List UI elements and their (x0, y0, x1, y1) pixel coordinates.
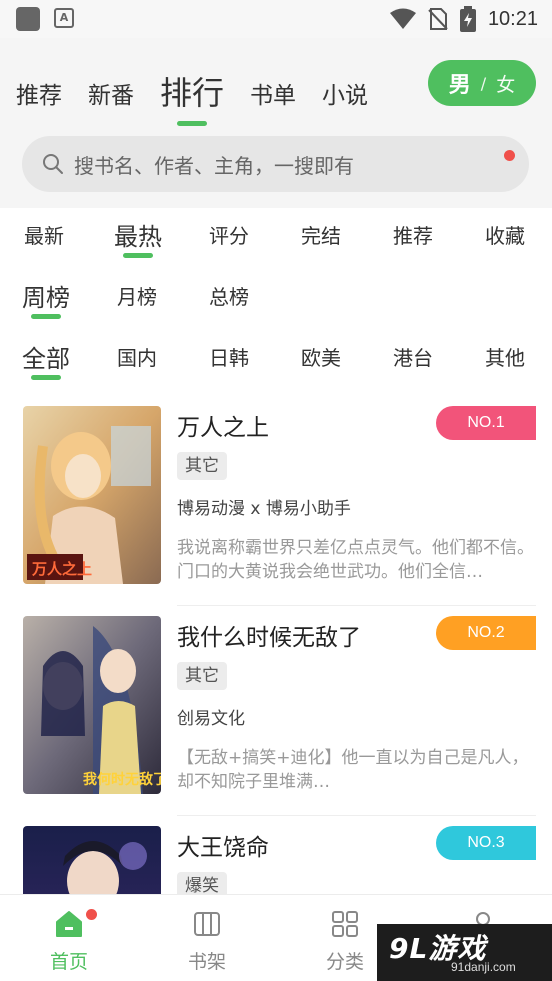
gender-male[interactable]: 男 (449, 67, 471, 99)
filter-latest[interactable]: 最新 (24, 220, 64, 249)
nav-label: 书架 (187, 951, 226, 973)
book-cover[interactable] (23, 826, 161, 894)
tab-novel[interactable]: 小说 (322, 76, 368, 118)
list-item[interactable]: 我何时无敌了 我什么时候无敌了 NO.2 其它 创易文化 【无敌+搞笑+迪化】他… (0, 606, 552, 816)
home-icon (56, 911, 82, 937)
nav-label: 首页 (49, 951, 88, 973)
top-tabs: 推荐 新番 排行 书单 小说 (16, 58, 394, 118)
list-item[interactable]: 万人之上 万人之上 NO.1 其它 博易动漫 x 博易小助手 我说离称霸世界只差… (0, 396, 552, 606)
list-item[interactable]: 大王饶命 NO.3 爆笑 (0, 816, 552, 894)
wifi-icon (389, 8, 416, 29)
gender-female[interactable]: 女 (496, 70, 515, 97)
book-author: 创易文化 (177, 709, 245, 729)
book-cover[interactable]: 我何时无敌了 (23, 616, 161, 794)
book-description: 【无敌+搞笑+迪化】他一直以为自己是凡人，却不知院子里堆满… (177, 748, 529, 792)
ranking-list: 万人之上 万人之上 NO.1 其它 博易动漫 x 博易小助手 我说离称霸世界只差… (0, 396, 552, 894)
book-cover[interactable]: 万人之上 (23, 406, 161, 584)
filter-all-time[interactable]: 总榜 (209, 281, 249, 310)
genre-tag: 其它 (177, 452, 227, 480)
gender-toggle[interactable]: 男 / 女 (428, 60, 536, 106)
book-title[interactable]: 我什么时候无敌了 (177, 618, 361, 652)
app-icon (16, 7, 40, 31)
battery-charging-icon (459, 6, 476, 32)
header: 推荐 新番 排行 书单 小说 男 / 女 搜书名、作者、主角，一搜即有 (0, 38, 552, 208)
nav-bookshelf[interactable]: 书架 (162, 907, 252, 974)
filter-favorites[interactable]: 收藏 (485, 220, 525, 249)
filter-completed[interactable]: 完结 (301, 220, 341, 249)
cover-title-text: 我何时无敌了 (83, 771, 161, 788)
rank-badge: NO.3 (436, 826, 536, 860)
book-title[interactable]: 大王饶命 (177, 828, 269, 862)
no-sim-icon (428, 8, 448, 30)
filter-monthly[interactable]: 月榜 (117, 281, 157, 310)
book-author: 博易动漫 x 博易小助手 (177, 499, 351, 519)
tab-recommend[interactable]: 推荐 (16, 76, 62, 118)
tab-booklist[interactable]: 书单 (250, 76, 296, 118)
tab-new-series[interactable]: 新番 (88, 76, 134, 118)
bookshelf-icon (194, 912, 220, 936)
filter-domestic[interactable]: 国内 (117, 342, 157, 371)
sort-filter-row: 最新 最热 评分 完结 推荐 收藏 (0, 220, 552, 270)
filter-all[interactable]: 全部 (22, 339, 70, 374)
book-description: 我说离称霸世界只差亿点点灵气。他们都不信。门口的大黄说我会绝世武功。他们全信… (177, 538, 534, 582)
book-title[interactable]: 万人之上 (177, 408, 269, 442)
watermark-logo: 9L游戏 91danji.com (377, 924, 552, 981)
search-bar[interactable]: 搜书名、作者、主角，一搜即有 (22, 136, 529, 192)
notification-dot (504, 150, 515, 161)
search-icon (43, 154, 63, 174)
nav-home[interactable]: 首页 (24, 907, 114, 974)
genre-tag: 其它 (177, 662, 227, 690)
filter-hottest[interactable]: 最热 (114, 217, 162, 252)
watermark-url: 91danji.com (451, 960, 516, 974)
search-input[interactable]: 搜书名、作者、主角，一搜即有 (74, 150, 354, 179)
filter-hk-taiwan[interactable]: 港台 (393, 342, 433, 371)
rank-badge: NO.2 (436, 616, 536, 650)
filter-weekly[interactable]: 周榜 (22, 278, 70, 313)
clock: 10:21 (487, 7, 538, 30)
period-filter-row: 周榜 月榜 总榜 (0, 281, 552, 331)
cover-title-text: 万人之上 (31, 560, 92, 578)
notification-dot (86, 909, 97, 920)
genre-tag: 爆笑 (177, 872, 227, 894)
tab-ranking[interactable]: 排行 (160, 68, 224, 118)
gender-separator: / (480, 73, 487, 93)
category-grid-icon (332, 911, 358, 937)
filter-recommended[interactable]: 推荐 (393, 220, 433, 249)
region-filter-row: 全部 国内 日韩 欧美 港台 其他 (0, 342, 552, 392)
status-bar: A 10:21 (0, 0, 552, 38)
filter-rating[interactable]: 评分 (209, 220, 249, 249)
filter-japan-korea[interactable]: 日韩 (209, 342, 249, 371)
filter-other[interactable]: 其他 (485, 342, 525, 371)
rank-badge: NO.1 (436, 406, 536, 440)
a-icon: A (54, 8, 74, 28)
filter-europe-america[interactable]: 欧美 (301, 342, 341, 371)
